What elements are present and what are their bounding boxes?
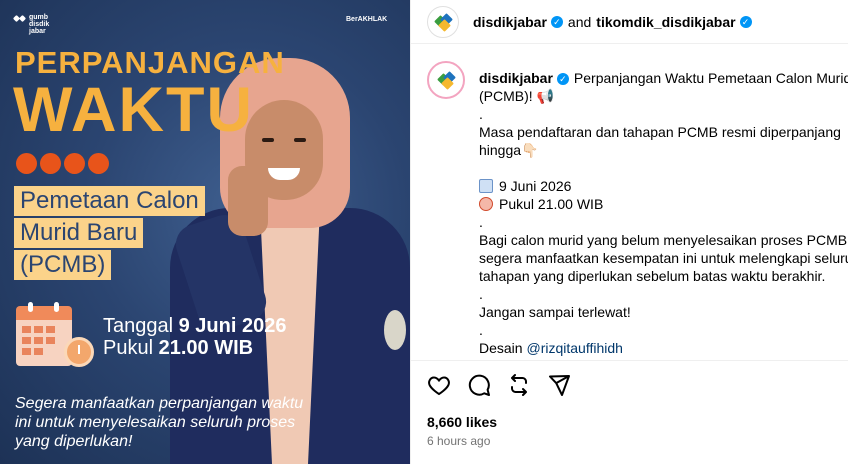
berakhlak-logo: BerAKHLAK	[346, 16, 387, 23]
poster-subject: Pemetaan Calon Murid Baru (PCMB)	[14, 186, 216, 282]
time-label: Pukul	[103, 337, 154, 359]
poster-bottom-text: Segera manfaatkan perpanjangan waktu ini…	[15, 395, 304, 450]
poster-date: Tanggal 9 Juni 2026	[103, 315, 286, 338]
calendar-illustration-icon	[16, 302, 72, 366]
university-badge	[384, 310, 406, 350]
post-image[interactable]: gumb disdik jabar BerAKHLAK PERPANJANGAN…	[0, 0, 410, 464]
post-caption: disdikjabar ✓ Perpanjangan Waktu Pemetaan …	[411, 45, 848, 359]
post-actions-bar	[411, 360, 848, 406]
caption-line-2: (PCMB)! 📢	[479, 88, 554, 104]
designer-mention-link[interactable]: @rizqitauffihidh	[526, 340, 622, 356]
caption-line-5: Bagi calon murid yang belum menyelesaika…	[479, 232, 848, 248]
caption-text: disdikjabar ✓ Perpanjangan Waktu Pemetaan …	[479, 69, 848, 357]
decorative-dots	[16, 153, 109, 174]
post-detail-panel: disdikjabar ✓ and tikomdik_disdikjabar ✓…	[410, 0, 848, 464]
likes-count[interactable]: 8,660 likes	[427, 414, 497, 430]
subject-line-3: (PCMB)	[14, 250, 112, 280]
header-username-2[interactable]: tikomdik_disdikjabar	[596, 14, 735, 30]
subject-line-2: Murid Baru	[14, 218, 144, 248]
time-value: 21.00 WIB	[158, 337, 254, 359]
caption-username[interactable]: disdikjabar	[479, 70, 553, 86]
verified-icon: ✓	[550, 15, 563, 28]
caption-line-7: tahapan yang diperlukan sebelum batas wa…	[479, 268, 826, 284]
avatar[interactable]	[427, 5, 459, 38]
repost-icon[interactable]	[507, 373, 531, 397]
caption-line-4: hingga👇🏻	[479, 142, 539, 158]
caption-line-3: Masa pendaftaran dan tahapan PCMB resmi …	[479, 124, 841, 140]
poster-time: Pukul 21.00 WIB	[103, 337, 253, 360]
thumbs-up-hand	[228, 166, 268, 236]
caption-avatar[interactable]	[427, 61, 465, 99]
caption-line-8: Jangan sampai terlewat!	[479, 304, 631, 320]
caption-date: 9 Juni 2026	[499, 178, 572, 194]
design-label: Desain	[479, 340, 523, 356]
poster-title-line2: WAKTU	[13, 75, 254, 145]
logo-text-1: gumb	[29, 14, 49, 21]
caption-line-1: Perpanjangan Waktu Pemetaan Calon Murid …	[573, 70, 848, 86]
logo-glyph-icon	[12, 14, 27, 24]
verified-icon: ✓	[739, 15, 752, 28]
comment-icon[interactable]	[467, 373, 491, 397]
share-icon[interactable]	[547, 373, 571, 397]
logo-text-2: disdik	[29, 21, 50, 28]
alarm-clock-icon	[479, 197, 493, 211]
berakhlak-text: BerAKHLAK	[346, 16, 388, 23]
date-label: Tanggal	[103, 315, 174, 337]
clock-illustration-icon	[64, 337, 94, 367]
caption-dot-3: .	[479, 286, 483, 302]
header-username-1[interactable]: disdikjabar	[473, 14, 547, 30]
caption-line-6: segera manfaatkan kesempatan ini untuk m…	[479, 250, 848, 266]
logo-text-3: jabar	[29, 28, 46, 35]
date-value: 9 Juni 2026	[178, 315, 287, 337]
calendar-icon	[479, 179, 493, 193]
post-timestamp[interactable]: 6 hours ago	[427, 434, 490, 448]
caption-dot-4: .	[479, 322, 483, 338]
subject-line-1: Pemetaan Calon	[14, 186, 205, 216]
header-and: and	[567, 13, 592, 30]
post-header: disdikjabar ✓ and tikomdik_disdikjabar ✓	[411, 0, 848, 44]
verified-icon: ✓	[556, 73, 569, 86]
caption-dot-2: .	[479, 214, 483, 230]
heart-icon[interactable]	[427, 373, 451, 397]
caption-time: Pukul 21.00 WIB	[499, 196, 604, 212]
caption-dot-1: .	[479, 106, 483, 122]
collab-usernames: disdikjabar ✓ and tikomdik_disdikjabar ✓	[473, 14, 757, 30]
disdik-jabar-logo: gumb disdik jabar	[12, 14, 50, 35]
